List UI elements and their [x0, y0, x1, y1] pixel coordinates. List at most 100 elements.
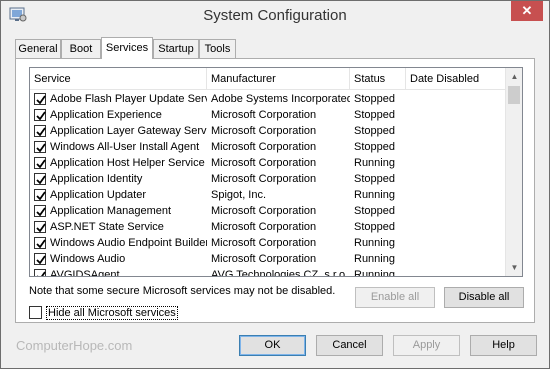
- table-row[interactable]: Windows Audio Endpoint Builder Microsoft …: [30, 235, 506, 251]
- services-list[interactable]: Service Manufacturer Status Date Disable…: [29, 67, 523, 277]
- table-row[interactable]: Adobe Flash Player Update Service Adobe S…: [30, 91, 506, 107]
- manufacturer-cell: Adobe Systems Incorporated: [211, 93, 350, 105]
- service-checkbox[interactable]: [34, 221, 46, 233]
- manufacturer-cell: AVG Technologies CZ, s.r.o.: [211, 269, 349, 277]
- date-disabled-cell: [410, 235, 506, 251]
- service-name-cell: Windows Audio: [50, 253, 126, 265]
- service-checkbox[interactable]: [34, 173, 46, 185]
- checkbox-box[interactable]: [29, 306, 42, 319]
- cancel-button[interactable]: Cancel: [316, 335, 383, 356]
- service-checkbox[interactable]: [34, 157, 46, 169]
- date-disabled-cell: [410, 155, 506, 171]
- tab-general[interactable]: General: [15, 39, 61, 58]
- checkmark-icon: [36, 95, 46, 105]
- ok-button[interactable]: OK: [239, 335, 306, 356]
- manufacturer-cell: Microsoft Corporation: [211, 157, 317, 169]
- table-row[interactable]: Application Updater Spigot, Inc. Running: [30, 187, 506, 203]
- service-name-cell: Application Experience: [50, 109, 162, 121]
- column-header-date-disabled[interactable]: Date Disabled: [406, 68, 506, 90]
- date-disabled-cell: [410, 267, 506, 276]
- tab-startup[interactable]: Startup: [153, 39, 199, 58]
- service-checkbox[interactable]: [34, 93, 46, 105]
- service-checkbox[interactable]: [34, 253, 46, 265]
- manufacturer-cell: Microsoft Corporation: [211, 221, 317, 233]
- apply-button[interactable]: Apply: [393, 335, 460, 356]
- table-row[interactable]: ASP.NET State Service Microsoft Corporati…: [30, 219, 506, 235]
- scroll-down-arrow-icon[interactable]: ▼: [506, 259, 522, 276]
- column-header-service[interactable]: Service: [30, 68, 207, 90]
- service-name-cell: ASP.NET State Service: [50, 221, 164, 233]
- checkmark-icon: [36, 159, 46, 169]
- table-row[interactable]: Application Host Helper Service Microsoft…: [30, 155, 506, 171]
- date-disabled-cell: [410, 203, 506, 219]
- close-icon: ✕: [521, 3, 533, 18]
- services-panel: Service Manufacturer Status Date Disable…: [15, 58, 535, 323]
- table-row[interactable]: Windows All-User Install Agent Microsoft …: [30, 139, 506, 155]
- column-header-manufacturer[interactable]: Manufacturer: [207, 68, 350, 90]
- manufacturer-cell: Microsoft Corporation: [211, 109, 317, 121]
- service-checkbox[interactable]: [34, 109, 46, 121]
- service-name-cell: Application Layer Gateway Service: [50, 125, 207, 137]
- close-button[interactable]: ✕: [511, 1, 543, 21]
- manufacturer-cell: Microsoft Corporation: [211, 205, 317, 217]
- status-cell: Running: [354, 237, 395, 249]
- table-row[interactable]: Application Management Microsoft Corporat…: [30, 203, 506, 219]
- service-name-cell: Application Host Helper Service: [50, 157, 205, 169]
- status-cell: Stopped: [354, 141, 395, 153]
- title-bar[interactable]: System Configuration ✕: [1, 1, 549, 31]
- manufacturer-cell: Microsoft Corporation: [211, 237, 317, 249]
- status-cell: Stopped: [354, 125, 395, 137]
- help-button[interactable]: Help: [470, 335, 537, 356]
- service-checkbox[interactable]: [34, 269, 46, 276]
- date-disabled-cell: [410, 123, 506, 139]
- manufacturer-cell: Microsoft Corporation: [211, 141, 317, 153]
- vertical-scrollbar[interactable]: ▲ ▼: [505, 68, 522, 276]
- system-configuration-window: System Configuration ✕ General Boot Serv…: [0, 0, 550, 369]
- service-name-cell: Application Updater: [50, 189, 147, 201]
- service-rows: Adobe Flash Player Update Service Adobe S…: [30, 91, 506, 277]
- window-title: System Configuration: [203, 7, 347, 24]
- hide-microsoft-services-label[interactable]: Hide all Microsoft services: [46, 306, 178, 320]
- manufacturer-cell: Microsoft Corporation: [211, 125, 317, 137]
- service-checkbox[interactable]: [34, 237, 46, 249]
- manufacturer-cell: Spigot, Inc.: [211, 189, 267, 201]
- service-checkbox[interactable]: [34, 189, 46, 201]
- enable-all-button[interactable]: Enable all: [355, 287, 435, 308]
- service-name-cell: Windows Audio Endpoint Builder: [50, 237, 207, 249]
- checkmark-icon: [36, 127, 46, 137]
- checkmark-icon: [37, 271, 46, 276]
- tab-services[interactable]: Services: [101, 37, 153, 59]
- service-name-cell: Windows All-User Install Agent: [50, 141, 200, 153]
- service-checkbox[interactable]: [34, 205, 46, 217]
- checkmark-icon: [36, 223, 46, 233]
- date-disabled-cell: [410, 219, 506, 235]
- status-cell: Stopped: [354, 221, 395, 233]
- service-name-cell: Adobe Flash Player Update Service: [50, 93, 207, 105]
- date-disabled-cell: [410, 251, 506, 267]
- service-checkbox[interactable]: [34, 141, 46, 153]
- table-row[interactable]: Windows Audio Microsoft Corporation Runnin…: [30, 251, 506, 267]
- tab-tools[interactable]: Tools: [199, 39, 236, 58]
- checkmark-icon: [36, 191, 46, 201]
- tab-boot[interactable]: Boot: [61, 39, 101, 58]
- status-cell: Stopped: [354, 93, 395, 105]
- status-cell: Running: [354, 157, 395, 169]
- checkmark-icon: [36, 111, 46, 121]
- disable-all-button[interactable]: Disable all: [444, 287, 524, 308]
- checkmark-icon: [36, 143, 46, 153]
- status-cell: Stopped: [354, 173, 395, 185]
- column-header-status[interactable]: Status: [350, 68, 406, 90]
- scroll-up-arrow-icon[interactable]: ▲: [506, 68, 522, 85]
- table-row[interactable]: Application Layer Gateway Service Microso…: [30, 123, 506, 139]
- table-row[interactable]: Application Identity Microsoft Corporatio…: [30, 171, 506, 187]
- date-disabled-cell: [410, 139, 506, 155]
- date-disabled-cell: [410, 91, 506, 107]
- status-cell: Running: [354, 269, 395, 277]
- status-cell: Running: [354, 189, 395, 201]
- table-row[interactable]: AVGIDSAgent AVG Technologies CZ, s.r.o. Ru…: [30, 267, 506, 277]
- scroll-thumb[interactable]: [508, 86, 520, 104]
- table-row[interactable]: Application Experience Microsoft Corporat…: [30, 107, 506, 123]
- date-disabled-cell: [410, 107, 506, 123]
- service-checkbox[interactable]: [34, 125, 46, 137]
- service-name-cell: Application Identity: [50, 173, 143, 185]
